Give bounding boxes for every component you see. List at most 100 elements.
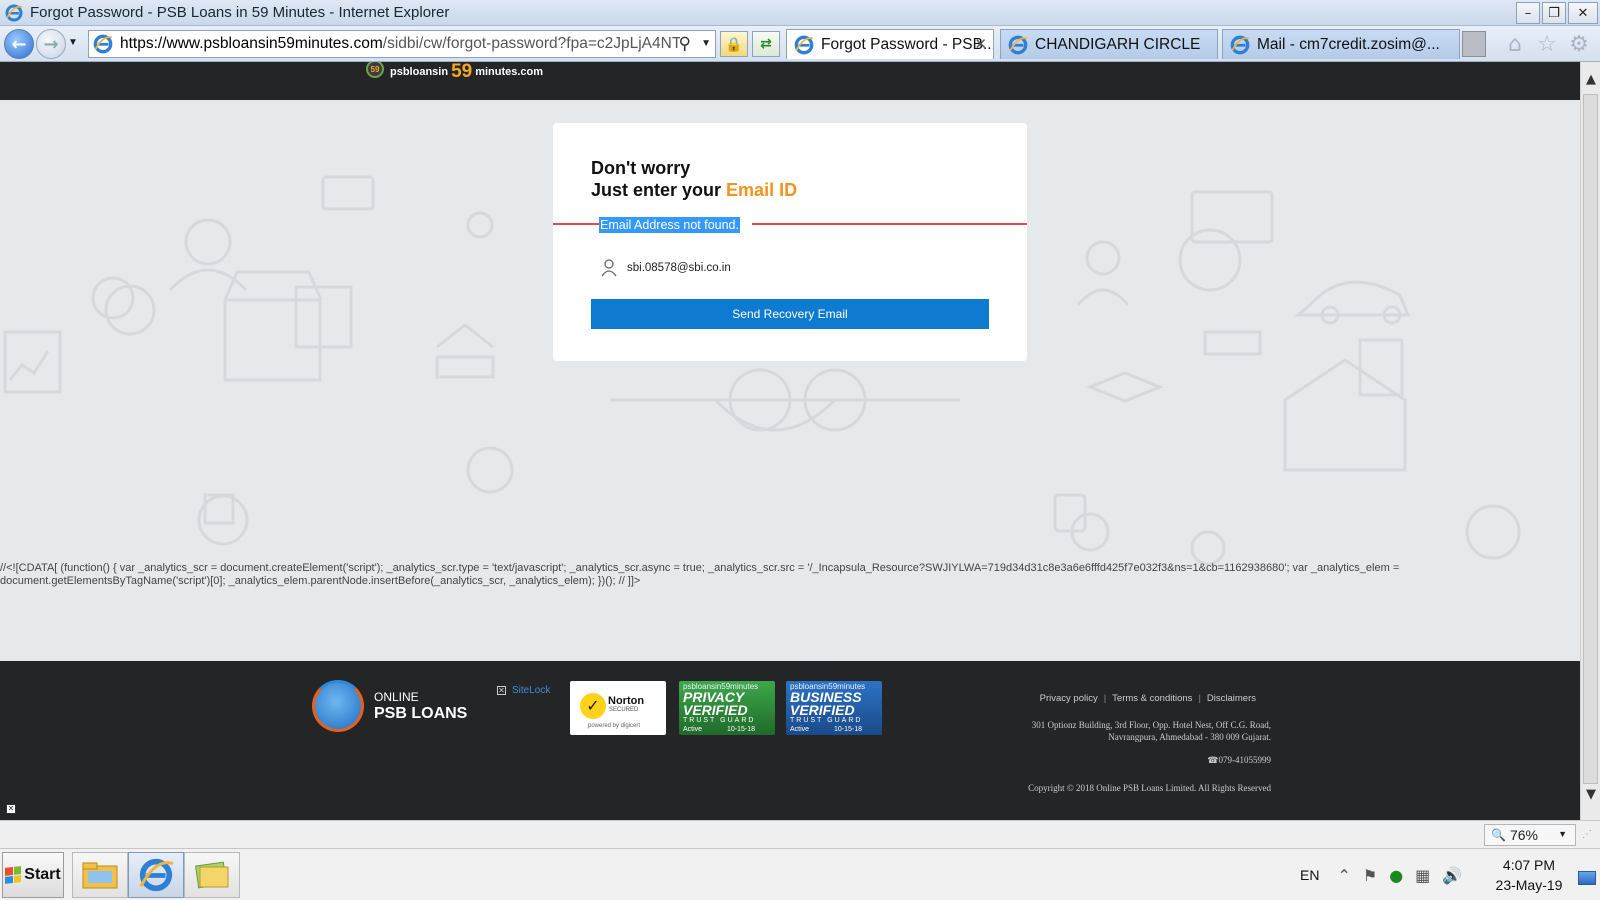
badge-date: 10-15-18	[727, 726, 756, 733]
show-hidden-icons-icon[interactable]: ⌃	[1337, 866, 1350, 885]
volume-icon[interactable]: 🔊	[1442, 866, 1462, 885]
logo-text-number: 59	[451, 62, 473, 82]
resize-grip-icon[interactable]: ⋰	[1582, 829, 1592, 840]
privacy-policy-link[interactable]: Privacy policy	[1040, 693, 1098, 704]
windows-logo-icon	[5, 866, 22, 884]
folder-icon	[82, 862, 118, 889]
tab-label: CHANDIGARH CIRCLE	[1035, 35, 1201, 53]
address-bar[interactable]: https://www.psbloansin59minutes.com/sidb…	[88, 30, 716, 58]
internet-explorer-icon	[794, 35, 814, 54]
tab-forgot-password[interactable]: Forgot Password - PSB... ✕	[786, 29, 994, 59]
address-line2: Navrangpura, Ahmedabad - 380 009 Gujarat…	[1108, 732, 1271, 742]
checkmark-icon: ✓	[580, 693, 606, 719]
security-shield-icon[interactable]: ●	[1389, 866, 1403, 885]
zoom-dropdown-icon[interactable]: ▼	[1558, 829, 1567, 839]
network-icon[interactable]: ▦	[1415, 866, 1430, 885]
close-icon[interactable]: ✕	[6, 804, 16, 814]
heading-prefix: Just enter your	[591, 180, 727, 200]
user-icon	[601, 259, 617, 277]
new-tab-button[interactable]	[1462, 31, 1486, 57]
scroll-down-icon[interactable]: ▼	[1583, 787, 1599, 802]
privacy-verified-badge[interactable]: psbloansin59minutes PRIVACY VERIFIED TRUS…	[679, 681, 775, 735]
zoom-control[interactable]: 🔍 76% ▼	[1484, 824, 1576, 846]
url-path: /sidbi/cw/forgot-password?fpa=c2JpLjA4NT…	[382, 35, 680, 52]
error-message: Email Address not found.	[599, 216, 752, 234]
terms-link[interactable]: Terms & conditions	[1112, 693, 1192, 704]
start-label: Start	[24, 866, 61, 883]
error-text: Email Address not found.	[599, 217, 740, 233]
internet-explorer-icon	[5, 4, 23, 21]
page-viewport: 59 psbloansin 59 minutes.com Don't worry…	[0, 62, 1580, 820]
badge-title: BUSINESS VERIFIED	[790, 690, 862, 718]
email-field[interactable]: sbi.08578@sbi.co.in	[627, 262, 731, 274]
site-logo[interactable]: 59 psbloansin 59 minutes.com	[366, 62, 543, 82]
clock[interactable]: 4:07 PM 23-May-19	[1486, 855, 1572, 895]
badge-trust-guard: TRUST GUARD	[790, 717, 863, 724]
logo-text-prefix: psbloansin	[390, 66, 449, 78]
action-center-flag-icon[interactable]: ⚑	[1363, 866, 1377, 885]
system-tray: EN ⌃ ⚑ ● ▦ 🔊	[1300, 849, 1474, 900]
disclaimers-link[interactable]: Disclaimers	[1207, 693, 1256, 704]
forward-button[interactable]: →	[36, 29, 66, 59]
back-button[interactable]: ←	[4, 29, 34, 59]
heading-accent: Email ID	[726, 180, 798, 200]
footer-address: 301 Optionz Building, 3rd Floor, Opp. Ho…	[960, 719, 1271, 743]
folder-icon	[195, 861, 229, 889]
address-dropdown-icon[interactable]: ▼	[701, 38, 711, 49]
url-text[interactable]: https://www.psbloansin59minutes.com/sidb…	[120, 35, 680, 53]
close-tab-icon[interactable]: ✕	[974, 35, 987, 53]
link-separator: |	[1103, 693, 1107, 704]
vertical-scrollbar[interactable]: ▲ ▼	[1580, 62, 1600, 820]
tab-label: Forgot Password - PSB...	[821, 35, 994, 53]
sitelock-label: SiteLock	[512, 685, 551, 696]
footer-logo-top: ONLINE	[374, 690, 419, 704]
norton-subtitle: SECURED	[609, 707, 639, 713]
close-window-button[interactable]: ✕	[1568, 2, 1598, 24]
norton-title: Norton	[608, 695, 645, 707]
card-heading-line1: Don't worry	[591, 158, 691, 178]
window-title-bar: Forgot Password - PSB Loans in 59 Minute…	[0, 0, 1600, 26]
search-icon[interactable]: ⚲	[679, 34, 691, 54]
broken-image-icon: ✕	[497, 686, 506, 695]
history-dropdown-icon[interactable]: ▼	[68, 37, 78, 48]
minimize-button[interactable]: –	[1516, 2, 1540, 24]
forgot-password-card: Don't worry Just enter your Email ID Ema…	[553, 123, 1027, 361]
refresh-button[interactable]: ⇄	[752, 31, 780, 57]
badge-title: PRIVACY VERIFIED	[683, 690, 748, 717]
card-heading-line2: Just enter your Email ID	[591, 179, 797, 201]
home-icon[interactable]: ⌂	[1502, 32, 1528, 58]
footer-copyright: Copyright © 2018 Online PSB Loans Limite…	[1028, 783, 1271, 793]
scroll-thumb[interactable]	[1583, 94, 1598, 784]
zoom-level: 76%	[1509, 827, 1538, 843]
site-header: 59 psbloansin 59 minutes.com	[0, 62, 1580, 100]
lock-icon[interactable]: 🔒	[720, 31, 748, 57]
norton-badge[interactable]: ✓ Norton SECURED powered by digicert	[570, 681, 666, 735]
language-indicator[interactable]: EN	[1300, 867, 1319, 883]
footer-logo[interactable]: ONLINE PSB LOANS	[312, 680, 467, 732]
files-taskbar-button[interactable]	[184, 852, 240, 898]
badge-title-line2: VERIFIED	[790, 702, 855, 718]
tab-mail[interactable]: Mail - cm7credit.zosim@...	[1222, 29, 1460, 59]
gear-icon[interactable]: ⚙	[1566, 32, 1592, 58]
badge-active: Active	[683, 726, 703, 733]
url-host: https://www.psbloansin59minutes.com	[120, 35, 383, 52]
taskbar: Start EN ⌃ ⚑ ● ▦ 🔊 4:07 PM 23-May-19	[0, 848, 1600, 900]
norton-powered: powered by digicert	[588, 723, 641, 729]
sitelock-link[interactable]: ✕ SiteLock	[497, 685, 550, 696]
scroll-up-icon[interactable]: ▲	[1583, 72, 1599, 87]
psb-loans-logo-icon	[312, 680, 364, 732]
tab-chandigarh-circle[interactable]: CHANDIGARH CIRCLE	[1000, 29, 1218, 59]
business-verified-badge[interactable]: psbloansin59minutes BUSINESS VERIFIED TRU…	[786, 681, 882, 735]
phone-icon: ☎	[1207, 755, 1219, 765]
favorites-star-icon[interactable]: ☆	[1534, 32, 1560, 58]
clock-date: 23-May-19	[1495, 877, 1563, 893]
start-button[interactable]: Start	[2, 852, 64, 898]
show-desktop-button[interactable]	[1578, 871, 1596, 885]
ie-taskbar-button[interactable]	[128, 852, 184, 898]
send-recovery-email-button[interactable]: Send Recovery Email	[591, 299, 989, 329]
footer-links: Privacy policy | Terms & conditions | Di…	[1040, 693, 1256, 704]
explorer-taskbar-button[interactable]	[72, 852, 128, 898]
restore-button[interactable]: ❐	[1542, 2, 1566, 24]
badge-date: 10-15-18	[834, 726, 863, 733]
internet-explorer-icon	[93, 34, 113, 54]
